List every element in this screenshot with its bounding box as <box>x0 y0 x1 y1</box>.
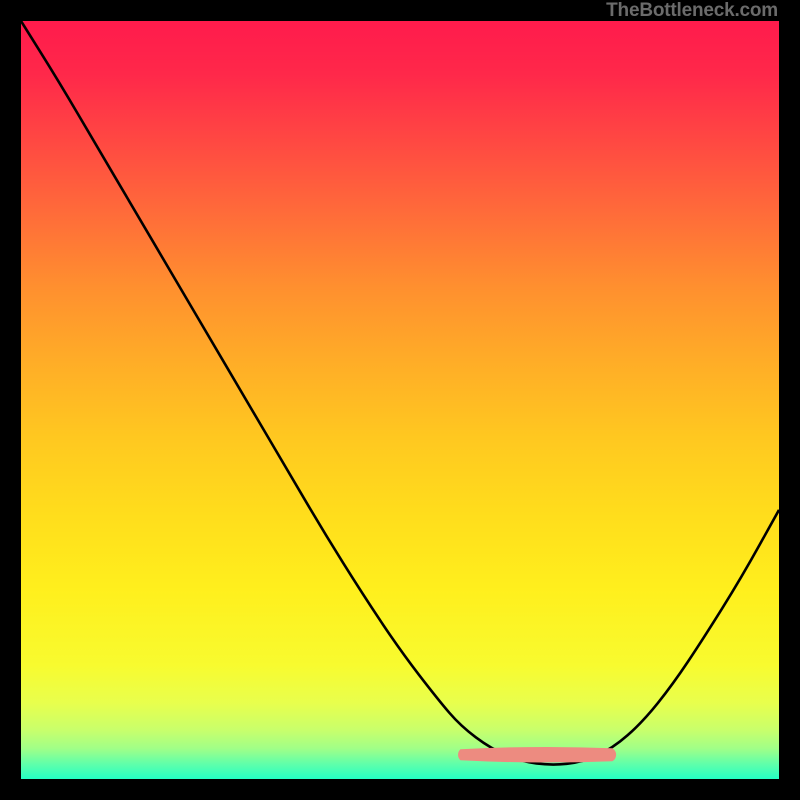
gradient-background <box>21 21 779 779</box>
chart-stage: TheBottleneck.com <box>0 0 800 800</box>
watermark-label: TheBottleneck.com <box>606 0 778 22</box>
plot-area <box>21 21 779 779</box>
